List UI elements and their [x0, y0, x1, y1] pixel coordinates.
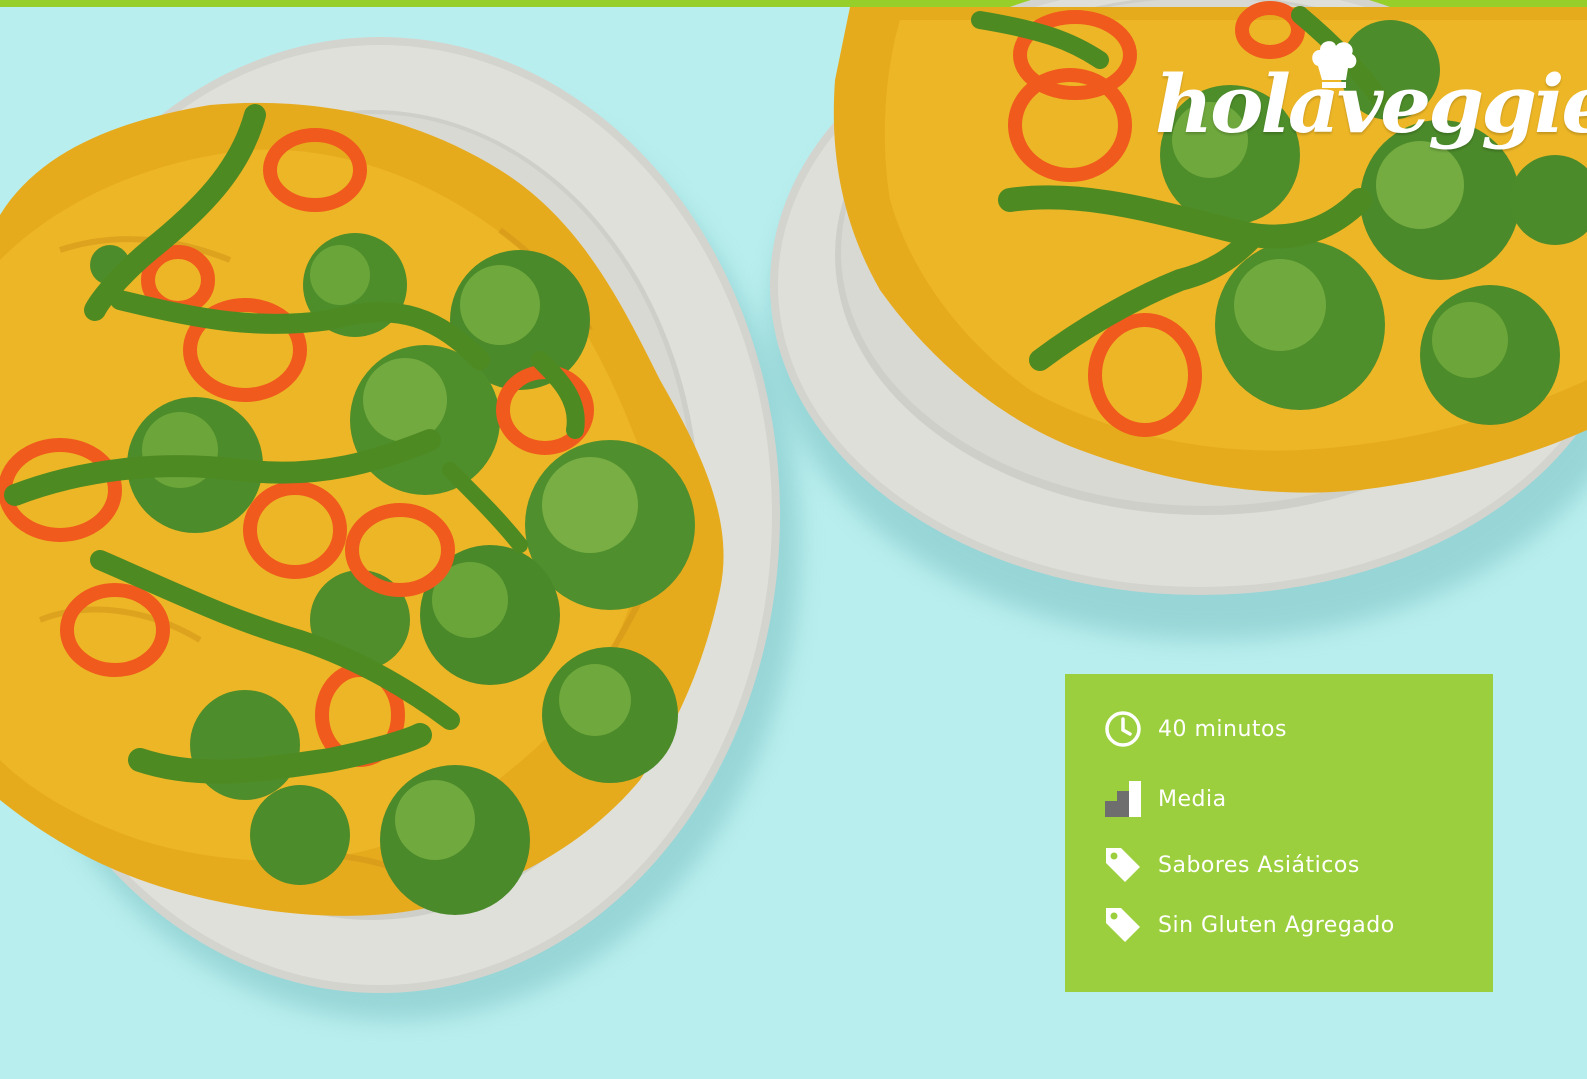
tag-row-asian: Sabores Asiáticos: [1103, 844, 1360, 886]
tag-label-asian[interactable]: Sabores Asiáticos: [1158, 853, 1360, 878]
tag-icon: [1103, 845, 1143, 885]
tag-icon: [1103, 905, 1143, 945]
tag-label-gluten-free[interactable]: Sin Gluten Agregado: [1158, 913, 1395, 938]
prep-time-label: 40 minutos: [1158, 716, 1287, 742]
holaveggie-logo[interactable]: holaveggie: [1150, 36, 1587, 156]
difficulty-bars-icon: [1103, 779, 1143, 819]
difficulty-label: Media: [1158, 786, 1227, 812]
logo-wordmark: holaveggie: [1155, 57, 1587, 151]
tag-row-gluten-free: Sin Gluten Agregado: [1103, 904, 1395, 946]
difficulty-row: Media: [1103, 778, 1227, 820]
clock-icon: [1103, 709, 1143, 749]
recipe-info-card: 40 minutos Media Sabores Asiáticos Sin G…: [1065, 674, 1493, 992]
prep-time-row: 40 minutos: [1103, 708, 1287, 750]
